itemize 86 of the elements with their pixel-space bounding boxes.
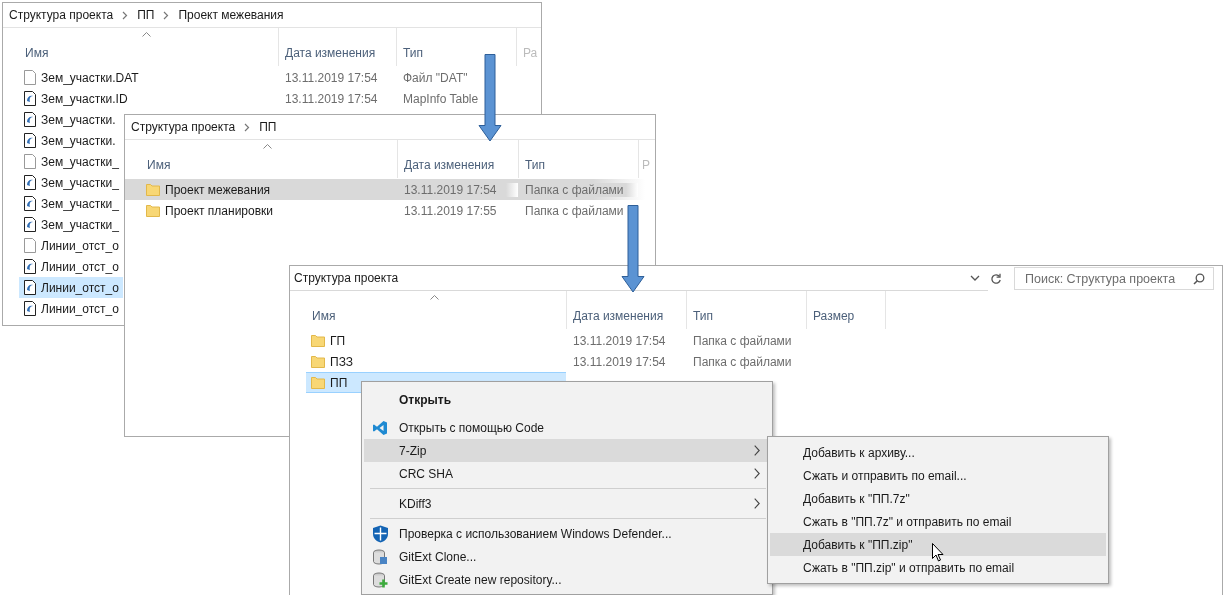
file-row[interactable]: ГП — [306, 330, 566, 351]
sort-caret-icon — [263, 144, 272, 149]
globe-document-icon — [24, 280, 36, 295]
breadcrumb-item[interactable]: ПП — [259, 120, 277, 134]
column-header[interactable]: Тип — [686, 291, 806, 329]
file-row[interactable]: Линии_отст_о — [19, 298, 123, 319]
globe-document-icon — [24, 91, 36, 106]
menu-item[interactable]: KDiff3 — [364, 492, 770, 515]
menu-item[interactable]: GitExt Clone... — [364, 545, 770, 568]
shield-icon — [372, 524, 389, 543]
refresh-icon[interactable] — [990, 272, 1002, 285]
mouse-pointer-icon — [932, 543, 944, 562]
folder-icon — [146, 183, 160, 196]
type-cell-text: MapInfo Table — [402, 91, 480, 106]
file-row[interactable]: Зем_участки. — [19, 130, 120, 151]
menu-item[interactable]: Сжать в "ПП.7z" и отправить по email — [770, 510, 1106, 533]
chevron-right-icon — [754, 445, 760, 456]
code-editor-icon — [372, 419, 388, 436]
globe-document-icon — [24, 301, 36, 316]
column-header[interactable]: Тип — [518, 140, 638, 178]
breadcrumb-item[interactable]: ПП — [137, 8, 155, 22]
file-row[interactable]: Зем_участки.ID — [19, 88, 132, 109]
column-header[interactable]: Имя — [19, 28, 278, 66]
menu-item[interactable]: Сжать в "ПП.zip" и отправить по email — [770, 556, 1106, 579]
date-cell-text: 13.11.2019 17:54 — [572, 354, 667, 369]
menu-item[interactable]: CRC SHA — [364, 462, 770, 485]
date-cell-text: 13.11.2019 17:55 — [403, 203, 498, 218]
folder-icon — [311, 334, 325, 347]
column-header[interactable]: Дата изменения — [278, 28, 396, 66]
globe-document-icon — [24, 217, 36, 232]
folder-icon — [146, 204, 160, 217]
menu-item[interactable]: Проверка с использованием Windows Defender... — [364, 522, 770, 545]
breadcrumb-item[interactable]: Проект межевания — [178, 8, 284, 22]
file-row[interactable]: Зем_участки_ — [19, 172, 123, 193]
folder-icon — [311, 355, 325, 368]
chevron-right-icon — [163, 10, 170, 20]
folder-icon — [311, 376, 325, 389]
search-icon — [1193, 272, 1205, 285]
menu-item[interactable]: 7-Zip — [364, 439, 770, 462]
file-row[interactable]: Зем_участки_ — [19, 151, 123, 172]
file-row[interactable]: Зем_участки_ — [19, 214, 123, 235]
column-header[interactable]: Имя — [306, 291, 566, 329]
menu-item[interactable]: Открыть — [364, 388, 770, 411]
file-row[interactable]: Линии_отст_о — [19, 235, 123, 256]
sort-caret-icon — [142, 32, 151, 37]
database-add-icon — [372, 571, 388, 588]
file-row[interactable]: Зем_участки.DAT — [19, 67, 143, 88]
globe-document-icon — [24, 175, 36, 190]
menu-item[interactable]: Добавить к "ПП.7z" — [770, 487, 1106, 510]
menu-item[interactable]: Добавить к "ПП.zip" — [770, 533, 1106, 556]
file-row[interactable]: Проект планировки — [141, 200, 397, 221]
menu-item[interactable]: GitExt Create new repository... — [364, 568, 770, 591]
chevron-right-icon — [122, 10, 129, 20]
file-row[interactable]: Зем_участки. — [19, 109, 120, 130]
menu-item[interactable]: Добавить к архиву... — [770, 441, 1106, 464]
breadcrumb-item[interactable]: Структура проекта — [9, 8, 114, 22]
chevron-right-icon — [754, 498, 760, 509]
file-row[interactable]: Зем_участки_ — [19, 193, 123, 214]
file-row[interactable]: ПЗЗ — [306, 351, 566, 372]
chevron-right-icon — [244, 122, 251, 132]
breadcrumb-item[interactable]: Структура проекта — [131, 120, 236, 134]
type-cell-text: Папка с файлами — [692, 354, 793, 369]
globe-document-icon — [24, 133, 36, 148]
globe-document-icon — [24, 259, 36, 274]
date-cell-text: 13.11.2019 17:54 — [572, 333, 667, 348]
type-cell-text: Папка с файлами — [524, 203, 625, 218]
chevron-down-icon[interactable] — [970, 275, 980, 282]
document-icon — [24, 70, 36, 85]
sort-caret-icon — [430, 295, 439, 300]
chevron-right-icon — [754, 468, 760, 479]
globe-document-icon — [24, 112, 36, 127]
file-row[interactable]: Линии_отст_о — [19, 256, 123, 277]
type-cell-text: Файл "DAT" — [402, 70, 469, 85]
database-icon — [372, 548, 388, 565]
document-icon — [24, 238, 36, 253]
menu-item[interactable]: Открыть с помощью Code — [364, 416, 770, 439]
date-cell-text: 13.11.2019 17:54 — [284, 70, 379, 85]
file-row[interactable]: Линии_отст_о — [19, 277, 123, 298]
date-cell-text: 13.11.2019 17:54 — [284, 91, 379, 106]
type-cell-text: Папка с файлами — [692, 333, 793, 348]
column-header[interactable]: Имя — [141, 140, 397, 178]
search-field[interactable]: Поиск: Структура проекта — [1014, 267, 1214, 290]
document-icon — [24, 154, 36, 169]
column-header[interactable]: Размер — [806, 291, 886, 329]
menu-item[interactable]: Сжать и отправить по email... — [770, 464, 1106, 487]
globe-document-icon — [24, 196, 36, 211]
